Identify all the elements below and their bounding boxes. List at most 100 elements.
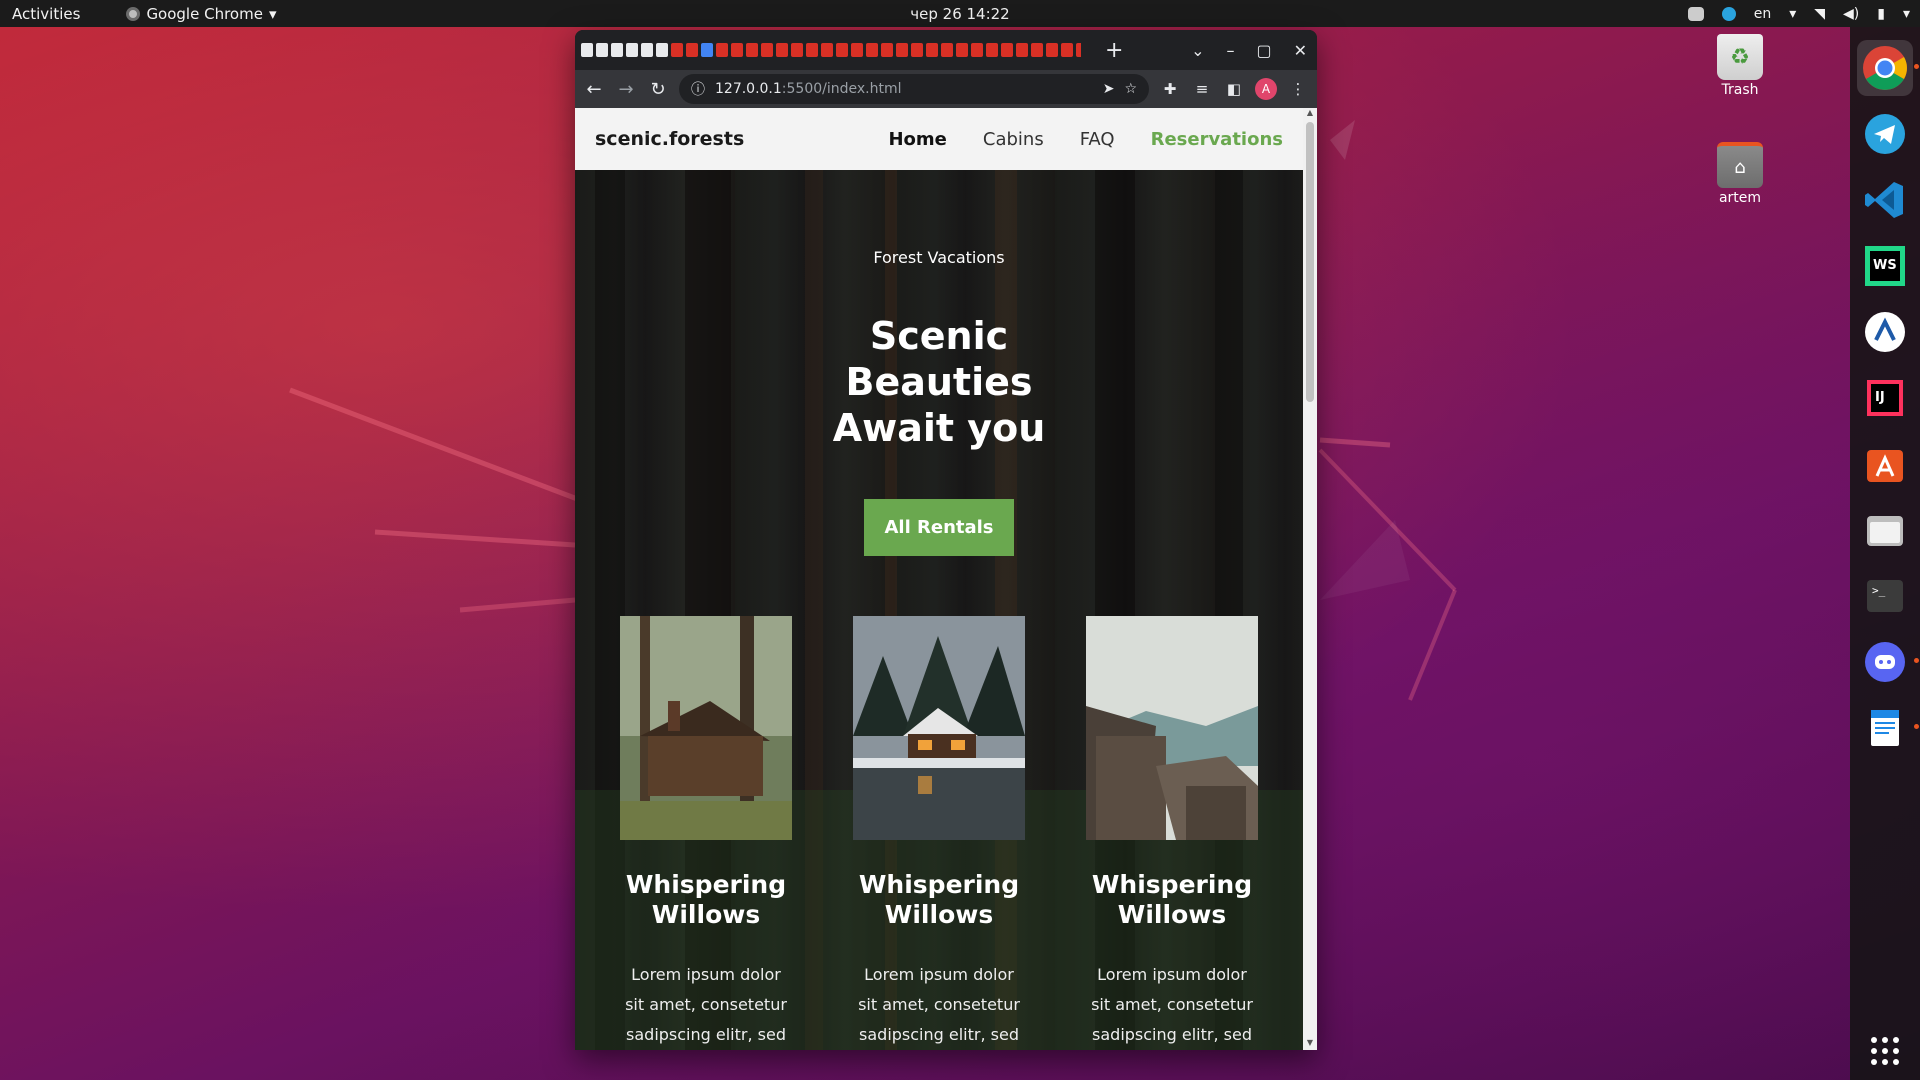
dock-terminal[interactable]: >_ [1857, 568, 1913, 624]
all-rentals-button[interactable]: All Rentals [864, 499, 1014, 556]
tab-favicon[interactable] [911, 43, 923, 57]
tab-favicon[interactable] [581, 43, 593, 57]
bookmark-star-icon[interactable]: ☆ [1124, 81, 1137, 97]
reload-icon[interactable]: ↻ [647, 79, 669, 100]
tab-favicon[interactable] [641, 43, 653, 57]
battery-icon[interactable]: ▮ [1877, 6, 1885, 22]
tab-favicon[interactable] [671, 43, 683, 57]
maximize-icon[interactable]: ▢ [1256, 41, 1271, 60]
dock-webstorm[interactable]: WS [1857, 238, 1913, 294]
scrollbar-thumb[interactable] [1306, 122, 1314, 402]
dock-discord[interactable] [1857, 634, 1919, 690]
show-apps-button[interactable] [1870, 1036, 1900, 1066]
chrome-window: + ⌄ – ▢ ✕ ← → ↻ ⓘ 127.0.0.1:5500/index.h… [575, 30, 1317, 1050]
minimize-icon[interactable]: – [1226, 41, 1234, 60]
dock-app-center[interactable] [1857, 436, 1913, 492]
desktop-trash[interactable]: ♻ Trash [1700, 34, 1780, 98]
reading-list-icon[interactable]: ≡ [1191, 80, 1213, 98]
card-text: Lorem ipsum dolor sit amet, consetetur s… [1091, 965, 1253, 1044]
url-path: :5500/index.html [781, 81, 902, 97]
tab-favicon[interactable] [1001, 43, 1013, 57]
send-icon[interactable]: ➤ [1103, 81, 1115, 97]
tab-favicon[interactable] [1031, 43, 1043, 57]
tab-favicon[interactable] [611, 43, 623, 57]
dock-document[interactable] [1857, 700, 1919, 756]
tab-favicon[interactable] [851, 43, 863, 57]
tab-favicon[interactable] [626, 43, 638, 57]
tabs-list [581, 43, 1081, 57]
nav-cabins[interactable]: Cabins [983, 129, 1044, 150]
tab-favicon[interactable] [1046, 43, 1058, 57]
tab-favicon[interactable] [881, 43, 893, 57]
extensions-icon[interactable]: ✚ [1159, 80, 1181, 98]
dock: WS IJ >_ [1850, 27, 1920, 1080]
system-tray[interactable]: en ▾ ◥ ◀) ▮ ▾ [1687, 5, 1910, 22]
system-top-bar: Activities Google Chrome ▾ чер 26 14:22 … [0, 0, 1920, 27]
clock[interactable]: чер 26 14:22 [910, 5, 1009, 23]
card-text: Lorem ipsum dolor sit amet, consetetur s… [858, 965, 1020, 1044]
dock-chrome[interactable] [1857, 40, 1919, 96]
tab-favicon[interactable] [1061, 43, 1073, 57]
dock-files[interactable] [1857, 502, 1913, 558]
site-info-icon[interactable]: ⓘ [691, 79, 705, 99]
scroll-down-icon[interactable]: ▼ [1303, 1038, 1317, 1050]
cabin-card[interactable]: Whispering Willows Lorem ipsum dolor sit… [620, 616, 792, 1050]
app-menu[interactable]: Google Chrome ▾ [92, 5, 276, 23]
tab-favicon[interactable] [746, 43, 758, 57]
hero-subtitle: Forest Vacations [873, 248, 1005, 267]
tab-favicon[interactable] [596, 43, 608, 57]
dock-telegram[interactable] [1857, 106, 1913, 162]
discord-tray-icon[interactable] [1687, 6, 1704, 21]
wifi-icon[interactable]: ◥ [1814, 6, 1825, 22]
back-icon[interactable]: ← [583, 79, 605, 100]
nav-home[interactable]: Home [888, 129, 946, 150]
tab-favicon[interactable] [986, 43, 998, 57]
nav-faq[interactable]: FAQ [1080, 129, 1115, 150]
activities-button[interactable]: Activities [0, 5, 92, 23]
tab-favicon[interactable] [806, 43, 818, 57]
tab-favicon[interactable] [1076, 43, 1081, 57]
forward-icon[interactable]: → [615, 79, 637, 100]
dock-writer[interactable] [1857, 304, 1913, 360]
site-logo[interactable]: scenic.forests [595, 128, 744, 150]
telegram-tray-icon[interactable] [1721, 6, 1736, 21]
tab-favicon[interactable] [836, 43, 848, 57]
kebab-menu-icon[interactable]: ⋮ [1287, 80, 1309, 98]
tab-favicon[interactable] [656, 43, 668, 57]
tab-favicon[interactable] [776, 43, 788, 57]
tab-favicon[interactable] [1016, 43, 1028, 57]
tab-favicon[interactable] [956, 43, 968, 57]
tab-favicon[interactable] [821, 43, 833, 57]
chevron-down-icon: ▾ [1902, 5, 1910, 22]
address-bar[interactable]: ⓘ 127.0.0.1:5500/index.html ➤ ☆ [679, 74, 1149, 104]
cabin-photo [1086, 616, 1258, 840]
tab-favicon[interactable] [791, 43, 803, 57]
tab-favicon[interactable] [701, 43, 713, 57]
page-scrollbar[interactable]: ▲ ▼ [1303, 108, 1317, 1050]
tab-favicon[interactable] [941, 43, 953, 57]
nav-reservations[interactable]: Reservations [1151, 129, 1283, 150]
side-panel-icon[interactable]: ◧ [1223, 80, 1245, 98]
home-folder-label: artem [1718, 190, 1762, 206]
cabin-card[interactable]: Whispering Willows Lorem ipsum dolor sit… [853, 616, 1025, 1050]
tab-favicon[interactable] [731, 43, 743, 57]
language-indicator[interactable]: en [1754, 6, 1772, 22]
new-tab-button[interactable]: + [1105, 38, 1123, 63]
tab-favicon[interactable] [716, 43, 728, 57]
tab-favicon[interactable] [926, 43, 938, 57]
dock-intellij[interactable]: IJ [1857, 370, 1913, 426]
volume-icon[interactable]: ◀) [1843, 6, 1859, 22]
tab-search-chevron-icon[interactable]: ⌄ [1191, 41, 1204, 60]
tab-favicon[interactable] [686, 43, 698, 57]
webstorm-icon: WS [1865, 246, 1905, 286]
tab-favicon[interactable] [761, 43, 773, 57]
tab-favicon[interactable] [971, 43, 983, 57]
dock-vscode[interactable] [1857, 172, 1913, 228]
cabin-card[interactable]: Whispering Willows Lorem ipsum dolor sit… [1086, 616, 1258, 1050]
desktop-home-folder[interactable]: ⌂ artem [1700, 142, 1780, 206]
scroll-up-icon[interactable]: ▲ [1303, 108, 1317, 120]
tab-favicon[interactable] [866, 43, 878, 57]
profile-avatar[interactable]: A [1255, 78, 1277, 100]
tab-favicon[interactable] [896, 43, 908, 57]
close-icon[interactable]: ✕ [1294, 41, 1307, 60]
